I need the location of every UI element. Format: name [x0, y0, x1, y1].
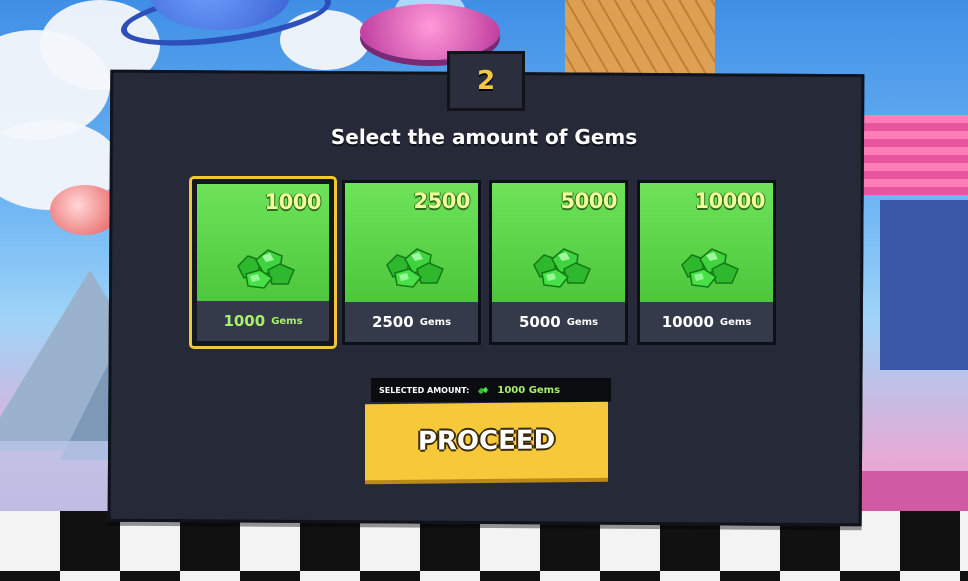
card-top: 10000 [640, 183, 773, 304]
card-amount: 10000 [694, 189, 765, 213]
selected-amount-bar: SELECTED AMOUNT: 1000 Gems [371, 378, 611, 402]
card-label: 5000 Gems [492, 302, 625, 342]
building-decoration [880, 200, 968, 370]
gem-pile-icon [680, 248, 739, 288]
card-top: 5000 [492, 183, 625, 304]
card-label-unit: Gems [719, 316, 752, 328]
card-amount: 2500 [413, 189, 471, 213]
step-number: 2 [476, 66, 496, 96]
gem-option-5000[interactable]: 5000 5000 Gems [489, 180, 628, 345]
card-label-amount: 2500 [371, 313, 414, 331]
card-top: 2500 [345, 183, 478, 304]
gem-option-10000[interactable]: 10000 10000 Gems [637, 180, 776, 345]
card-label: 10000 Gems [640, 302, 773, 342]
card-label-amount: 10000 [661, 313, 714, 331]
step-badge: 2 [447, 51, 525, 111]
selected-amount-value: 1000 Gems [497, 384, 561, 396]
gem-pile-icon [385, 248, 444, 288]
card-label-unit: Gems [271, 315, 303, 327]
card-label: 1000 Gems [197, 301, 329, 341]
card-label-unit: Gems [566, 316, 599, 328]
card-label-amount: 5000 [518, 313, 561, 331]
gem-icon [478, 386, 489, 394]
gem-pile-icon [237, 249, 295, 289]
page-title: Select the amount of Gems [330, 125, 638, 149]
card-label-unit: Gems [419, 316, 452, 328]
card-label: 2500 Gems [345, 302, 478, 342]
card-label-amount: 1000 [223, 312, 266, 330]
card-amount: 1000 [264, 190, 322, 214]
proceed-button[interactable]: PROCEED [365, 401, 608, 481]
hex-tower-decoration [565, 0, 715, 80]
gem-option-1000[interactable]: 1000 1000 Gems [189, 176, 337, 349]
gem-option-2500[interactable]: 2500 2500 Gems [342, 180, 481, 345]
selected-amount-label: SELECTED AMOUNT: [379, 385, 470, 395]
gem-pile-icon [532, 248, 591, 288]
card-amount: 5000 [560, 189, 618, 213]
card-top: 1000 [197, 184, 329, 305]
